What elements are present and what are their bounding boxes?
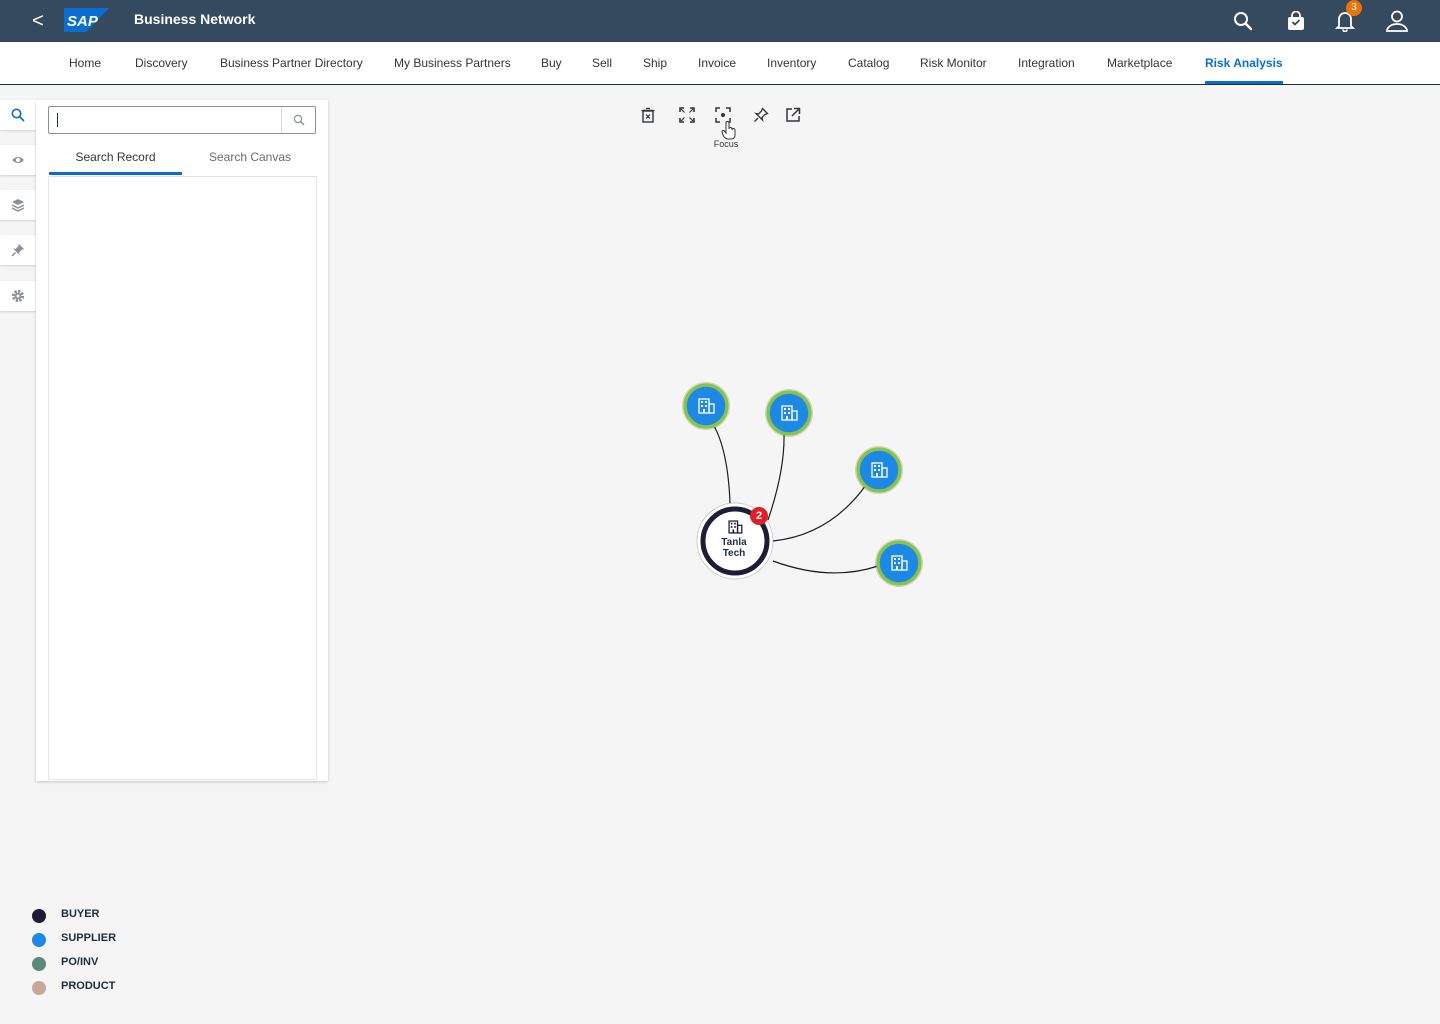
tab-risk-monitor[interactable]: Risk Monitor <box>920 42 987 84</box>
legend-dot <box>32 909 46 923</box>
tab-integration[interactable]: Integration <box>1018 42 1075 84</box>
rail-view-button[interactable] <box>0 145 36 175</box>
search-results-list <box>48 176 317 780</box>
tab-home[interactable]: Home <box>69 42 101 84</box>
legend-label: PO/INV <box>61 956 99 968</box>
graph-edge <box>712 423 731 504</box>
supplier-node[interactable] <box>855 446 903 494</box>
rail-layers-button[interactable] <box>0 190 36 220</box>
legend-label: BUYER <box>61 908 100 920</box>
buyer-node-label-line2: Tech <box>722 548 746 559</box>
search-input[interactable] <box>49 107 281 133</box>
pin-icon <box>11 244 24 257</box>
rail-search-button[interactable] <box>0 100 36 130</box>
delete-icon <box>641 107 655 123</box>
delete-button[interactable] <box>637 104 659 126</box>
tab-my-business-partners[interactable]: My Business Partners <box>394 42 511 84</box>
active-tab-indicator <box>49 172 182 175</box>
search-icon[interactable] <box>1228 6 1258 36</box>
notifications-button[interactable]: 3 <box>1330 0 1362 36</box>
legend-dot <box>32 981 46 995</box>
graph-edge <box>767 432 785 521</box>
hand-cursor-icon <box>721 121 736 140</box>
tab-invoice[interactable]: Invoice <box>698 42 736 84</box>
tab-marketplace[interactable]: Marketplace <box>1107 42 1172 84</box>
layers-icon <box>11 199 25 212</box>
text-cursor <box>57 113 58 127</box>
open-external-button[interactable] <box>782 104 804 126</box>
tab-search-canvas[interactable]: Search Canvas <box>182 150 318 176</box>
gear-icon <box>11 289 25 303</box>
legend-dot <box>32 957 46 971</box>
app-title: Business Network <box>134 11 256 27</box>
notification-badge: 3 <box>1346 0 1362 16</box>
focus-tooltip: Focus <box>713 139 739 149</box>
buyer-node-label: Tanla Tech <box>704 537 764 559</box>
search-icon <box>11 108 25 122</box>
tab-risk-analysis[interactable]: Risk Analysis <box>1205 42 1283 84</box>
pin-button[interactable] <box>750 104 772 126</box>
supplier-node[interactable] <box>875 539 923 587</box>
tab-discovery[interactable]: Discovery <box>135 42 188 84</box>
eye-icon <box>12 157 24 163</box>
open-external-icon <box>786 107 801 122</box>
tab-catalog[interactable]: Catalog <box>848 42 889 84</box>
pin-icon <box>754 107 769 122</box>
graph-edge <box>772 560 879 574</box>
tab-inventory[interactable]: Inventory <box>767 42 816 84</box>
shell-bar: < SAP Business Network 3 <box>0 0 1440 42</box>
tab-sell[interactable]: Sell <box>592 42 612 84</box>
sap-logo-text: SAP <box>67 13 99 30</box>
buyer-node-label-line1: Tanla <box>721 537 747 548</box>
supplier-node[interactable] <box>765 389 813 437</box>
search-field[interactable] <box>48 106 316 134</box>
back-button[interactable]: < <box>28 9 48 33</box>
supplier-node[interactable] <box>682 382 730 430</box>
tab-ship[interactable]: Ship <box>643 42 667 84</box>
search-submit-button[interactable] <box>281 107 315 133</box>
search-panel: Search Record Search Canvas <box>36 100 328 781</box>
fullscreen-icon <box>679 107 695 123</box>
rail-settings-button[interactable] <box>0 281 36 311</box>
alert-count-badge: 2 <box>750 507 768 525</box>
user-icon[interactable] <box>1382 6 1412 36</box>
shopping-bag-icon[interactable] <box>1281 6 1311 36</box>
tab-business-partner-directory[interactable]: Business Partner Directory <box>220 42 363 84</box>
tab-buy[interactable]: Buy <box>541 42 562 84</box>
graph-edge <box>772 484 867 542</box>
search-icon <box>293 114 304 126</box>
sap-logo: SAP <box>64 8 109 32</box>
legend-label: SUPPLIER <box>61 932 117 944</box>
fullscreen-button[interactable] <box>676 104 698 126</box>
top-navigation: Home Discovery Business Partner Director… <box>0 42 1440 85</box>
legend-dot <box>32 933 46 947</box>
rail-pin-button[interactable] <box>0 235 36 265</box>
legend-label: PRODUCT <box>61 980 116 992</box>
